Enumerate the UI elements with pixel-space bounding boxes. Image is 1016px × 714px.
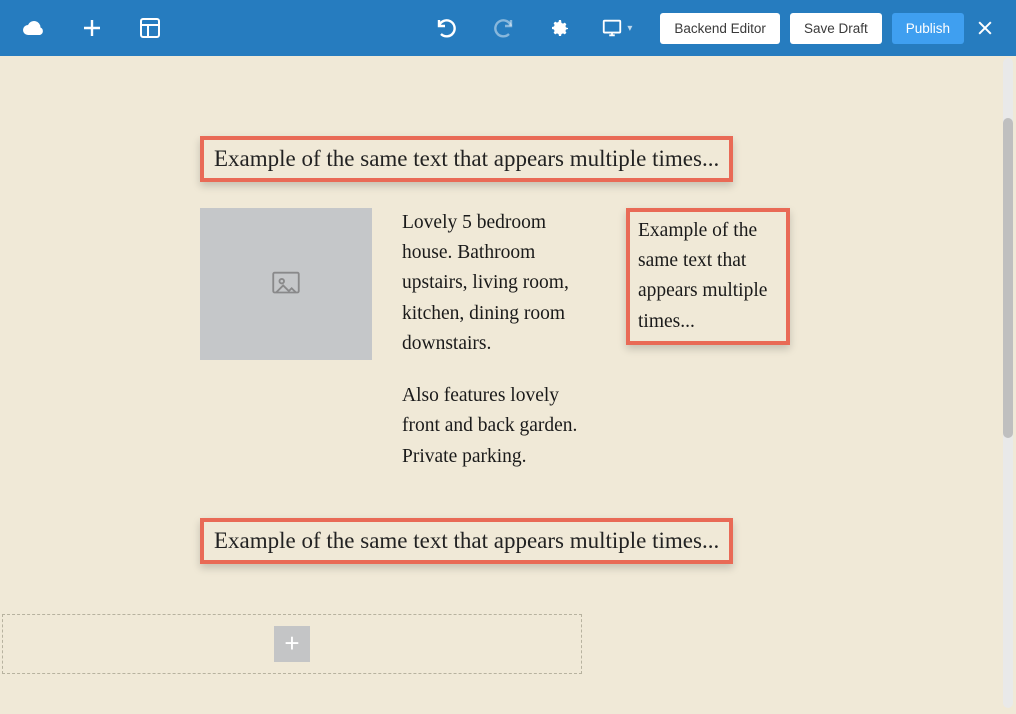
heading-row-1: Example of the same text that appears mu… [200,136,790,182]
settings-icon[interactable] [545,14,573,42]
side-text: Example of the same text that appears mu… [638,216,778,337]
plus-icon: + [284,628,299,659]
templates-icon[interactable] [136,14,164,42]
highlighted-heading-1[interactable]: Example of the same text that appears mu… [200,136,733,182]
toolbar: ▾ Backend Editor Save Draft Publish [0,0,1016,56]
close-icon[interactable] [974,17,996,39]
redo-icon[interactable] [489,14,517,42]
three-col-row: Lovely 5 bedroom house. Bathroom upstair… [200,208,790,472]
add-section-button[interactable]: + [274,626,310,662]
highlighted-heading-2[interactable]: Example of the same text that appears mu… [200,518,733,564]
add-section-placeholder[interactable]: + [2,614,582,674]
toolbar-right: Backend Editor Save Draft Publish [660,13,996,44]
content-wrap: Example of the same text that appears mu… [200,136,790,564]
side-column: Example of the same text that appears mu… [626,208,790,345]
undo-icon[interactable] [433,14,461,42]
heading-row-2: Example of the same text that appears mu… [200,518,790,564]
toolbar-left [20,14,164,42]
canvas: Example of the same text that appears mu… [0,56,1016,714]
save-draft-button[interactable]: Save Draft [790,13,882,44]
scrollbar-track[interactable] [1003,58,1013,708]
publish-button[interactable]: Publish [892,13,964,44]
scrollbar-thumb[interactable] [1003,118,1013,438]
toolbar-center: ▾ [433,14,632,42]
highlighted-side-text[interactable]: Example of the same text that appears mu… [626,208,790,345]
body-text-column[interactable]: Lovely 5 bedroom house. Bathroom upstair… [402,208,586,472]
body-paragraph-2: Also features lovely front and back gard… [402,381,586,472]
add-element-icon[interactable] [78,14,106,42]
chevron-down-icon: ▾ [627,23,632,34]
image-placeholder[interactable] [200,208,372,360]
logo-cloud-icon[interactable] [20,14,48,42]
heading-text-2: Example of the same text that appears mu… [214,528,719,553]
backend-editor-button[interactable]: Backend Editor [660,13,780,44]
viewport-selector[interactable]: ▾ [601,17,632,39]
heading-text: Example of the same text that appears mu… [214,146,719,171]
image-icon [269,267,303,301]
body-paragraph-1: Lovely 5 bedroom house. Bathroom upstair… [402,208,586,359]
